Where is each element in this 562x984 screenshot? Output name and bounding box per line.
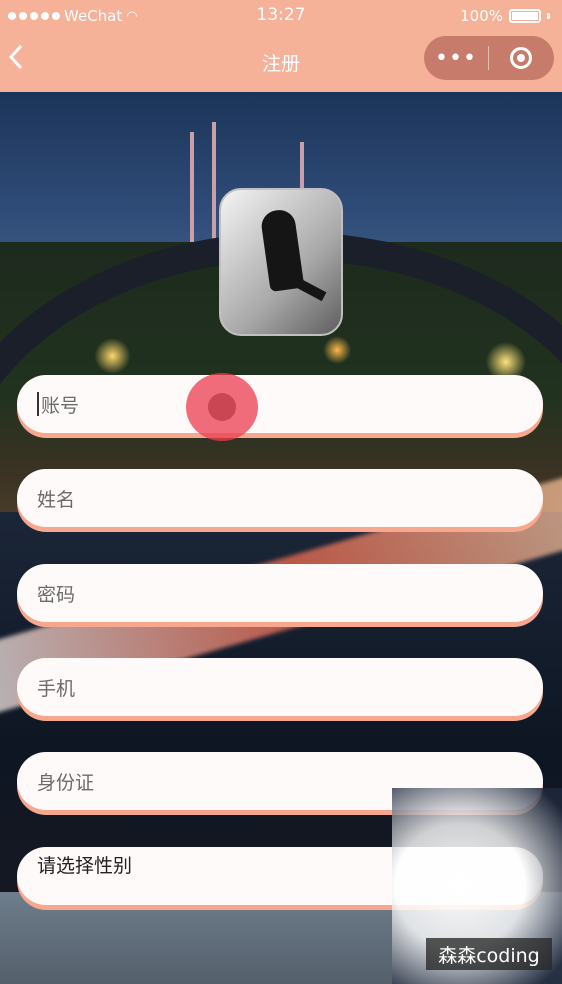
touch-indicator bbox=[186, 373, 258, 441]
more-menu-button[interactable]: ••• bbox=[424, 46, 488, 71]
phone-placeholder: 手机 bbox=[37, 677, 76, 700]
avatar[interactable] bbox=[219, 188, 343, 336]
account-input[interactable]: 账号 bbox=[17, 375, 543, 433]
text-cursor bbox=[37, 392, 39, 416]
status-bar: WeChat ◠ 13:27 100% bbox=[0, 0, 562, 32]
close-miniprogram-button[interactable] bbox=[489, 47, 553, 69]
name-input[interactable]: 姓名 bbox=[17, 469, 543, 527]
watermark-label: 森森coding bbox=[426, 938, 552, 970]
battery-icon bbox=[509, 9, 541, 23]
phone-input[interactable]: 手机 bbox=[17, 658, 543, 716]
id-card-placeholder: 身份证 bbox=[37, 771, 95, 794]
battery-percent: 100% bbox=[460, 7, 503, 25]
password-input[interactable]: 密码 bbox=[17, 564, 543, 622]
nav-bar: 注册 ••• bbox=[0, 32, 562, 92]
gender-picker-label: 请选择性别 bbox=[37, 855, 133, 877]
miniprogram-capsule: ••• bbox=[424, 36, 554, 80]
name-placeholder: 姓名 bbox=[37, 488, 76, 511]
battery-area: 100% bbox=[460, 7, 550, 25]
password-placeholder: 密码 bbox=[37, 583, 76, 606]
close-target-icon bbox=[510, 47, 532, 69]
account-placeholder: 账号 bbox=[41, 394, 80, 417]
